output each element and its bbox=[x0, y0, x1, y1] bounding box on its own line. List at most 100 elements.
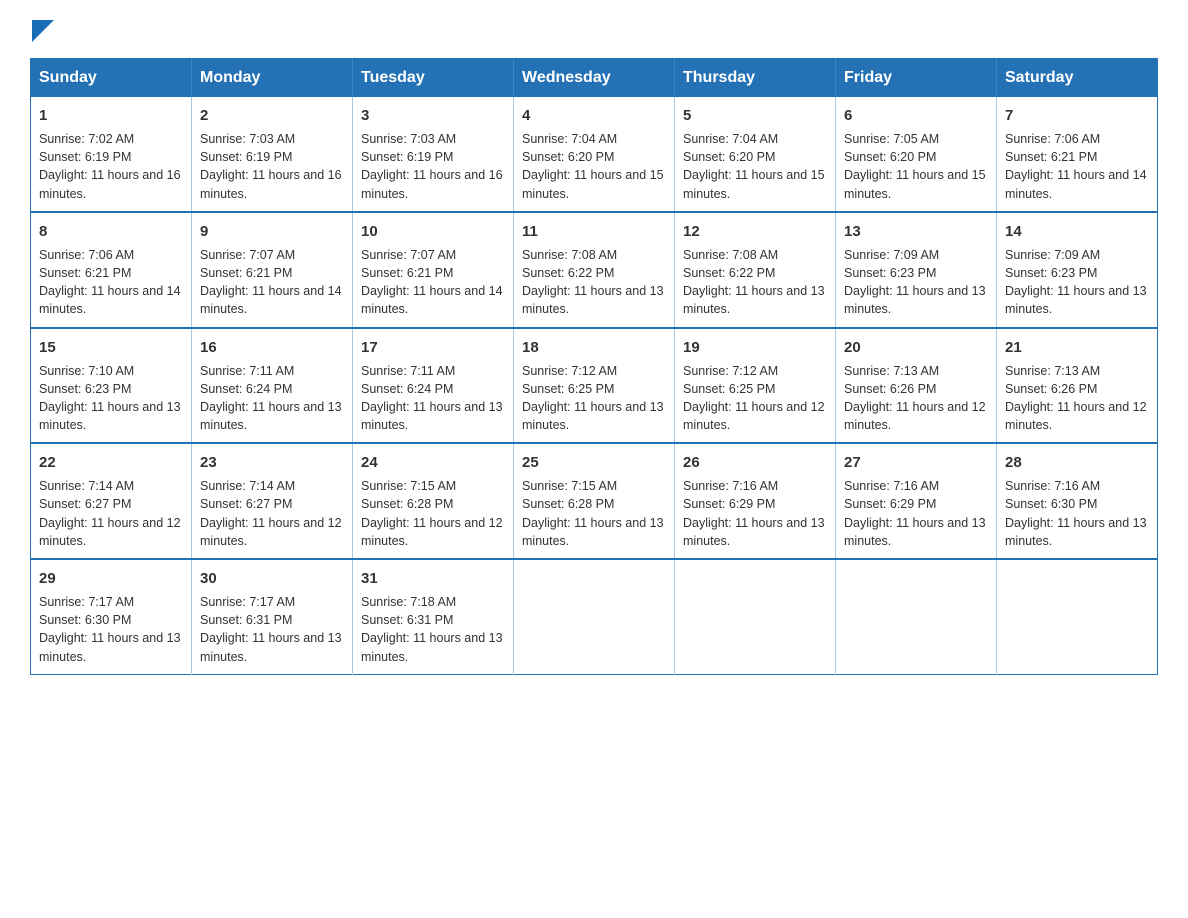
day-info: Sunrise: 7:11 AMSunset: 6:24 PMDaylight:… bbox=[200, 364, 342, 433]
calendar-cell: 4 Sunrise: 7:04 AMSunset: 6:20 PMDayligh… bbox=[514, 97, 675, 212]
calendar-cell: 10 Sunrise: 7:07 AMSunset: 6:21 PMDaylig… bbox=[353, 212, 514, 328]
day-info: Sunrise: 7:04 AMSunset: 6:20 PMDaylight:… bbox=[522, 132, 664, 201]
calendar-cell: 6 Sunrise: 7:05 AMSunset: 6:20 PMDayligh… bbox=[836, 97, 997, 212]
day-info: Sunrise: 7:12 AMSunset: 6:25 PMDaylight:… bbox=[522, 364, 664, 433]
day-info: Sunrise: 7:17 AMSunset: 6:31 PMDaylight:… bbox=[200, 595, 342, 664]
calendar-week-row: 29 Sunrise: 7:17 AMSunset: 6:30 PMDaylig… bbox=[31, 559, 1158, 674]
calendar-cell: 18 Sunrise: 7:12 AMSunset: 6:25 PMDaylig… bbox=[514, 328, 675, 444]
calendar-cell: 8 Sunrise: 7:06 AMSunset: 6:21 PMDayligh… bbox=[31, 212, 192, 328]
day-number: 8 bbox=[39, 221, 183, 242]
day-info: Sunrise: 7:13 AMSunset: 6:26 PMDaylight:… bbox=[844, 364, 986, 433]
calendar-cell: 15 Sunrise: 7:10 AMSunset: 6:23 PMDaylig… bbox=[31, 328, 192, 444]
calendar-cell: 11 Sunrise: 7:08 AMSunset: 6:22 PMDaylig… bbox=[514, 212, 675, 328]
day-number: 22 bbox=[39, 452, 183, 473]
calendar-cell: 5 Sunrise: 7:04 AMSunset: 6:20 PMDayligh… bbox=[675, 97, 836, 212]
day-info: Sunrise: 7:14 AMSunset: 6:27 PMDaylight:… bbox=[39, 479, 181, 548]
calendar-cell: 24 Sunrise: 7:15 AMSunset: 6:28 PMDaylig… bbox=[353, 443, 514, 559]
calendar-cell: 29 Sunrise: 7:17 AMSunset: 6:30 PMDaylig… bbox=[31, 559, 192, 674]
day-number: 24 bbox=[361, 452, 505, 473]
calendar-cell: 31 Sunrise: 7:18 AMSunset: 6:31 PMDaylig… bbox=[353, 559, 514, 674]
day-number: 21 bbox=[1005, 337, 1149, 358]
calendar-week-row: 1 Sunrise: 7:02 AMSunset: 6:19 PMDayligh… bbox=[31, 97, 1158, 212]
calendar-cell bbox=[675, 559, 836, 674]
calendar-cell: 22 Sunrise: 7:14 AMSunset: 6:27 PMDaylig… bbox=[31, 443, 192, 559]
day-number: 28 bbox=[1005, 452, 1149, 473]
column-header-saturday: Saturday bbox=[997, 59, 1158, 98]
calendar-cell: 16 Sunrise: 7:11 AMSunset: 6:24 PMDaylig… bbox=[192, 328, 353, 444]
day-info: Sunrise: 7:06 AMSunset: 6:21 PMDaylight:… bbox=[39, 248, 181, 317]
calendar-week-row: 15 Sunrise: 7:10 AMSunset: 6:23 PMDaylig… bbox=[31, 328, 1158, 444]
logo-triangle-icon bbox=[32, 20, 54, 42]
day-number: 23 bbox=[200, 452, 344, 473]
day-number: 4 bbox=[522, 105, 666, 126]
calendar-cell bbox=[514, 559, 675, 674]
calendar-cell: 1 Sunrise: 7:02 AMSunset: 6:19 PMDayligh… bbox=[31, 97, 192, 212]
day-number: 5 bbox=[683, 105, 827, 126]
day-number: 12 bbox=[683, 221, 827, 242]
day-info: Sunrise: 7:04 AMSunset: 6:20 PMDaylight:… bbox=[683, 132, 825, 201]
day-number: 29 bbox=[39, 568, 183, 589]
day-number: 16 bbox=[200, 337, 344, 358]
day-info: Sunrise: 7:15 AMSunset: 6:28 PMDaylight:… bbox=[522, 479, 664, 548]
calendar-cell bbox=[836, 559, 997, 674]
day-number: 25 bbox=[522, 452, 666, 473]
calendar-cell: 17 Sunrise: 7:11 AMSunset: 6:24 PMDaylig… bbox=[353, 328, 514, 444]
day-number: 15 bbox=[39, 337, 183, 358]
day-info: Sunrise: 7:09 AMSunset: 6:23 PMDaylight:… bbox=[844, 248, 986, 317]
calendar-cell: 25 Sunrise: 7:15 AMSunset: 6:28 PMDaylig… bbox=[514, 443, 675, 559]
day-number: 31 bbox=[361, 568, 505, 589]
day-info: Sunrise: 7:14 AMSunset: 6:27 PMDaylight:… bbox=[200, 479, 342, 548]
calendar-cell bbox=[997, 559, 1158, 674]
calendar-cell: 2 Sunrise: 7:03 AMSunset: 6:19 PMDayligh… bbox=[192, 97, 353, 212]
day-number: 9 bbox=[200, 221, 344, 242]
page-header bbox=[30, 20, 1158, 38]
calendar-week-row: 8 Sunrise: 7:06 AMSunset: 6:21 PMDayligh… bbox=[31, 212, 1158, 328]
calendar-cell: 19 Sunrise: 7:12 AMSunset: 6:25 PMDaylig… bbox=[675, 328, 836, 444]
day-number: 26 bbox=[683, 452, 827, 473]
day-number: 27 bbox=[844, 452, 988, 473]
column-header-friday: Friday bbox=[836, 59, 997, 98]
day-info: Sunrise: 7:16 AMSunset: 6:30 PMDaylight:… bbox=[1005, 479, 1147, 548]
day-number: 2 bbox=[200, 105, 344, 126]
calendar-cell: 20 Sunrise: 7:13 AMSunset: 6:26 PMDaylig… bbox=[836, 328, 997, 444]
day-info: Sunrise: 7:08 AMSunset: 6:22 PMDaylight:… bbox=[522, 248, 664, 317]
day-info: Sunrise: 7:08 AMSunset: 6:22 PMDaylight:… bbox=[683, 248, 825, 317]
column-header-monday: Monday bbox=[192, 59, 353, 98]
day-number: 17 bbox=[361, 337, 505, 358]
day-info: Sunrise: 7:18 AMSunset: 6:31 PMDaylight:… bbox=[361, 595, 503, 664]
day-info: Sunrise: 7:07 AMSunset: 6:21 PMDaylight:… bbox=[200, 248, 342, 317]
calendar-cell: 30 Sunrise: 7:17 AMSunset: 6:31 PMDaylig… bbox=[192, 559, 353, 674]
day-info: Sunrise: 7:15 AMSunset: 6:28 PMDaylight:… bbox=[361, 479, 503, 548]
day-info: Sunrise: 7:09 AMSunset: 6:23 PMDaylight:… bbox=[1005, 248, 1147, 317]
calendar-cell: 14 Sunrise: 7:09 AMSunset: 6:23 PMDaylig… bbox=[997, 212, 1158, 328]
day-info: Sunrise: 7:02 AMSunset: 6:19 PMDaylight:… bbox=[39, 132, 181, 201]
day-info: Sunrise: 7:12 AMSunset: 6:25 PMDaylight:… bbox=[683, 364, 825, 433]
day-number: 14 bbox=[1005, 221, 1149, 242]
day-number: 19 bbox=[683, 337, 827, 358]
day-info: Sunrise: 7:13 AMSunset: 6:26 PMDaylight:… bbox=[1005, 364, 1147, 433]
day-info: Sunrise: 7:16 AMSunset: 6:29 PMDaylight:… bbox=[683, 479, 825, 548]
calendar-header-row: SundayMondayTuesdayWednesdayThursdayFrid… bbox=[31, 59, 1158, 98]
day-info: Sunrise: 7:03 AMSunset: 6:19 PMDaylight:… bbox=[361, 132, 503, 201]
column-header-wednesday: Wednesday bbox=[514, 59, 675, 98]
calendar-cell: 7 Sunrise: 7:06 AMSunset: 6:21 PMDayligh… bbox=[997, 97, 1158, 212]
day-info: Sunrise: 7:10 AMSunset: 6:23 PMDaylight:… bbox=[39, 364, 181, 433]
day-info: Sunrise: 7:03 AMSunset: 6:19 PMDaylight:… bbox=[200, 132, 342, 201]
day-info: Sunrise: 7:07 AMSunset: 6:21 PMDaylight:… bbox=[361, 248, 503, 317]
day-info: Sunrise: 7:16 AMSunset: 6:29 PMDaylight:… bbox=[844, 479, 986, 548]
day-info: Sunrise: 7:06 AMSunset: 6:21 PMDaylight:… bbox=[1005, 132, 1147, 201]
column-header-tuesday: Tuesday bbox=[353, 59, 514, 98]
day-number: 11 bbox=[522, 221, 666, 242]
day-number: 13 bbox=[844, 221, 988, 242]
day-info: Sunrise: 7:11 AMSunset: 6:24 PMDaylight:… bbox=[361, 364, 503, 433]
day-info: Sunrise: 7:17 AMSunset: 6:30 PMDaylight:… bbox=[39, 595, 181, 664]
calendar-cell: 9 Sunrise: 7:07 AMSunset: 6:21 PMDayligh… bbox=[192, 212, 353, 328]
calendar-cell: 28 Sunrise: 7:16 AMSunset: 6:30 PMDaylig… bbox=[997, 443, 1158, 559]
day-info: Sunrise: 7:05 AMSunset: 6:20 PMDaylight:… bbox=[844, 132, 986, 201]
day-number: 18 bbox=[522, 337, 666, 358]
calendar-table: SundayMondayTuesdayWednesdayThursdayFrid… bbox=[30, 58, 1158, 675]
calendar-cell: 27 Sunrise: 7:16 AMSunset: 6:29 PMDaylig… bbox=[836, 443, 997, 559]
calendar-week-row: 22 Sunrise: 7:14 AMSunset: 6:27 PMDaylig… bbox=[31, 443, 1158, 559]
day-number: 20 bbox=[844, 337, 988, 358]
day-number: 10 bbox=[361, 221, 505, 242]
